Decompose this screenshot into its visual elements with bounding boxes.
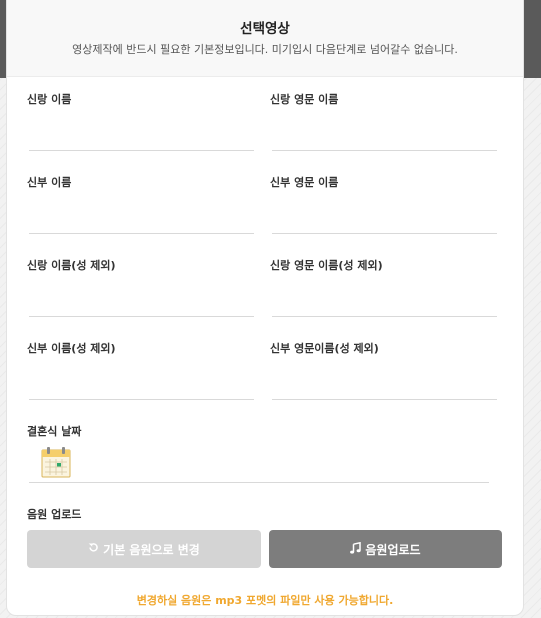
- bride-name-en-input[interactable]: [272, 210, 497, 234]
- bride-name-en-label: 신부 영문 이름: [270, 176, 339, 189]
- groom-name-label: 신랑 이름: [27, 93, 72, 106]
- audio-upload-label: 음원 업로드: [27, 508, 82, 521]
- bride-given-name-label: 신부 이름(성 제외): [27, 342, 116, 355]
- music-note-icon: [350, 541, 362, 557]
- wedding-date-input[interactable]: [29, 459, 489, 483]
- groom-given-name-en-input[interactable]: [272, 293, 497, 317]
- refresh-icon: [88, 542, 99, 556]
- groom-name-en-input[interactable]: [272, 127, 497, 151]
- groom-given-name-en-label: 신랑 영문 이름(성 제외): [270, 259, 383, 272]
- wedding-date-label: 결혼식 날짜: [27, 425, 82, 438]
- groom-name-en-label: 신랑 영문 이름: [270, 93, 339, 106]
- reset-audio-button[interactable]: 기본 음원으로 변경: [27, 530, 261, 568]
- upload-audio-button-label: 음원업로드: [365, 542, 421, 557]
- modal-header: 선택영상 영상제작에 반드시 필요한 기본정보입니다. 미기입시 다음단계로 넘…: [7, 0, 523, 77]
- groom-given-name-input[interactable]: [29, 293, 254, 317]
- bride-name-input[interactable]: [29, 210, 254, 234]
- audio-format-notice: 변경하실 음원은 mp3 포멧의 파일만 사용 가능합니다.: [136, 594, 394, 607]
- groom-name-input[interactable]: [29, 127, 254, 151]
- bride-given-name-input[interactable]: [29, 376, 254, 400]
- modal-title: 선택영상: [240, 21, 290, 37]
- upload-audio-button[interactable]: 음원업로드: [269, 530, 502, 568]
- bride-name-label: 신부 이름: [27, 176, 72, 189]
- video-info-modal: 선택영상 영상제작에 반드시 필요한 기본정보입니다. 미기입시 다음단계로 넘…: [6, 0, 524, 616]
- groom-given-name-label: 신랑 이름(성 제외): [27, 259, 116, 272]
- bride-given-name-en-input[interactable]: [272, 376, 497, 400]
- reset-audio-button-label: 기본 음원으로 변경: [103, 542, 200, 557]
- modal-subtitle: 영상제작에 반드시 필요한 기본정보입니다. 미기입시 다음단계로 넘어갈수 없…: [72, 43, 458, 56]
- bride-given-name-en-label: 신부 영문이름(성 제외): [270, 342, 379, 355]
